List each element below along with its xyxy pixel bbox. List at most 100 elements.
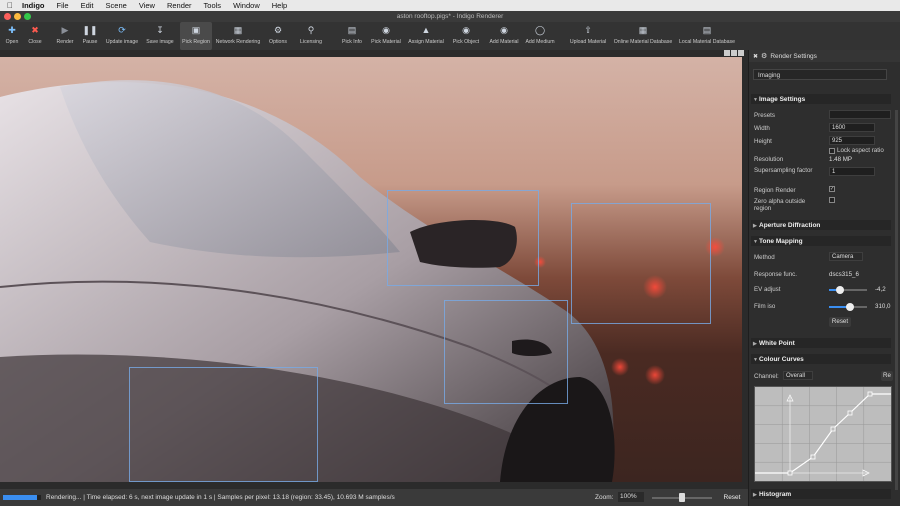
options-button[interactable]: ⚙ Options <box>262 22 294 50</box>
region-render-label: Region Render <box>754 187 796 194</box>
curve-point[interactable] <box>830 426 836 432</box>
menu-help[interactable]: Help <box>266 0 293 11</box>
save-image-button[interactable]: ↧ Save image <box>142 22 178 50</box>
channel-select[interactable]: Overall <box>783 371 813 380</box>
fit-view-icon[interactable] <box>724 50 730 56</box>
pick-region-label: Pick Region <box>182 39 210 45</box>
width-value: 1600 <box>832 125 846 131</box>
curve-point[interactable] <box>867 391 873 397</box>
lock-aspect-label: Lock aspect ratio <box>837 147 884 154</box>
panel-title: Render Settings <box>770 52 817 60</box>
render-viewport[interactable] <box>0 57 742 482</box>
method-select[interactable]: Camera <box>829 252 863 261</box>
pause-icon: ❚❚ <box>82 25 98 35</box>
upload-material-button[interactable]: ⇧ Upload Material <box>566 22 610 50</box>
ev-adjust-slider[interactable] <box>829 286 867 294</box>
menu-edit[interactable]: Edit <box>75 0 100 11</box>
online-material-database-button[interactable]: ▦ Online Material Database <box>610 22 676 50</box>
width-input[interactable]: 1600 <box>829 123 875 132</box>
curves-reset-button[interactable]: Re <box>881 371 893 381</box>
menu-window[interactable]: Window <box>227 0 266 11</box>
open-button[interactable]: ✚ Open <box>0 22 24 50</box>
lock-aspect-checkbox[interactable] <box>829 148 835 154</box>
assign-material-button[interactable]: ▲ Assign Material <box>406 22 446 50</box>
pick-info-button[interactable]: ▤ Pick Info <box>338 22 366 50</box>
menu-render[interactable]: Render <box>161 0 198 11</box>
render-button[interactable]: ▶ Render <box>52 22 78 50</box>
fullscreen-icon[interactable] <box>738 50 744 56</box>
render-progress-bar <box>3 495 41 500</box>
ev-adjust-value[interactable]: -4,2 <box>875 286 886 293</box>
pause-button[interactable]: ❚❚ Pause <box>78 22 102 50</box>
menu-view[interactable]: View <box>133 0 161 11</box>
network-rendering-button[interactable]: ▦ Network Rendering <box>214 22 262 50</box>
section-aperture-diffraction[interactable]: ▶ Aperture Diffraction <box>751 220 891 230</box>
licensing-label: Licensing <box>300 39 322 45</box>
response-value[interactable]: dscs315_6 <box>829 271 859 278</box>
gear-icon: ⚙ <box>273 25 283 35</box>
colour-curve-editor[interactable] <box>754 386 892 482</box>
panel-scrollbar[interactable] <box>895 110 898 490</box>
render-region[interactable] <box>129 367 318 482</box>
pick-object-button[interactable]: ◉ Pick Object <box>446 22 486 50</box>
region-render-checkbox[interactable]: ✓ <box>829 186 835 192</box>
pick-material-label: Pick Material <box>371 39 401 45</box>
actual-size-icon[interactable] <box>731 50 737 56</box>
ev-adjust-knob[interactable] <box>836 286 845 294</box>
region-icon: ▣ <box>191 25 201 35</box>
height-input[interactable]: 925 <box>829 136 875 145</box>
zoom-input[interactable]: 100% <box>618 492 644 502</box>
zoom-slider-thumb[interactable] <box>679 493 685 502</box>
upload-material-label: Upload Material <box>569 39 607 45</box>
apple-icon[interactable]:  <box>4 1 16 10</box>
update-image-button[interactable]: ⟳ Update image <box>102 22 142 50</box>
render-region[interactable] <box>571 203 711 324</box>
curve-point[interactable] <box>787 470 793 476</box>
licensing-button[interactable]: ⚲ Licensing <box>294 22 328 50</box>
menu-app[interactable]: Indigo <box>16 0 51 11</box>
save-icon: ↧ <box>156 25 164 35</box>
close-icon: ✖ <box>31 25 39 35</box>
menu-bar:  Indigo File Edit Scene View Render Too… <box>0 0 900 11</box>
menu-tools[interactable]: Tools <box>198 0 228 11</box>
close-button[interactable]: ✖ Close <box>24 22 46 50</box>
resolution-value: 1.48 MP <box>829 156 853 163</box>
zero-alpha-checkbox[interactable] <box>829 197 835 203</box>
section-tone-mapping[interactable]: ▼Tone Mapping <box>751 236 891 246</box>
section-image-settings[interactable]: ▼Image Settings <box>751 94 891 104</box>
pick-material-button[interactable]: ◉ Pick Material <box>366 22 406 50</box>
settings-icon: ⚙ <box>761 53 768 60</box>
local-material-database-button[interactable]: ▤ Local Material Database <box>676 22 738 50</box>
render-label: Render <box>56 39 74 45</box>
render-icon: ▶ <box>61 25 69 35</box>
film-iso-knob[interactable] <box>845 303 854 311</box>
window-title: aston rooftop.pigs* - Indigo Renderer <box>396 13 504 20</box>
film-iso-value[interactable]: 310,0 <box>875 303 890 310</box>
film-iso-slider[interactable] <box>829 303 867 311</box>
mode-select[interactable]: Imaging <box>753 69 887 80</box>
render-region[interactable] <box>444 300 568 404</box>
zoom-slider[interactable] <box>652 493 712 502</box>
menu-file[interactable]: File <box>51 0 75 11</box>
refresh-icon: ⟳ <box>118 25 126 35</box>
section-white-point[interactable]: ▶ White Point <box>751 338 891 348</box>
curve-point[interactable] <box>810 454 816 460</box>
presets-select[interactable] <box>829 110 891 119</box>
title-bar: aston rooftop.pigs* - Indigo Renderer <box>0 11 900 22</box>
assign-material-label: Assign Material <box>408 39 444 45</box>
zero-alpha-label: Zero alpha outside region <box>754 198 806 212</box>
section-colour-curves-label: Colour Curves <box>759 356 804 363</box>
render-region[interactable] <box>387 190 539 286</box>
menu-scene[interactable]: Scene <box>100 0 133 11</box>
tone-reset-button[interactable]: Reset <box>829 317 851 327</box>
add-medium-button[interactable]: ◯ Add Medium <box>522 22 558 50</box>
add-material-button[interactable]: ◉ Add Material <box>486 22 522 50</box>
supersampling-input[interactable]: 1 <box>829 167 875 176</box>
material-icon: ◉ <box>382 25 390 35</box>
curve-point[interactable] <box>847 410 853 416</box>
close-panel-icon[interactable]: ✖ <box>753 53 758 60</box>
reset-zoom-button[interactable]: Reset <box>720 492 744 503</box>
pick-region-button[interactable]: ▣ Pick Region <box>180 22 212 50</box>
section-colour-curves[interactable]: ▼Colour Curves <box>751 354 891 364</box>
section-histogram[interactable]: ▶ Histogram <box>751 489 891 499</box>
